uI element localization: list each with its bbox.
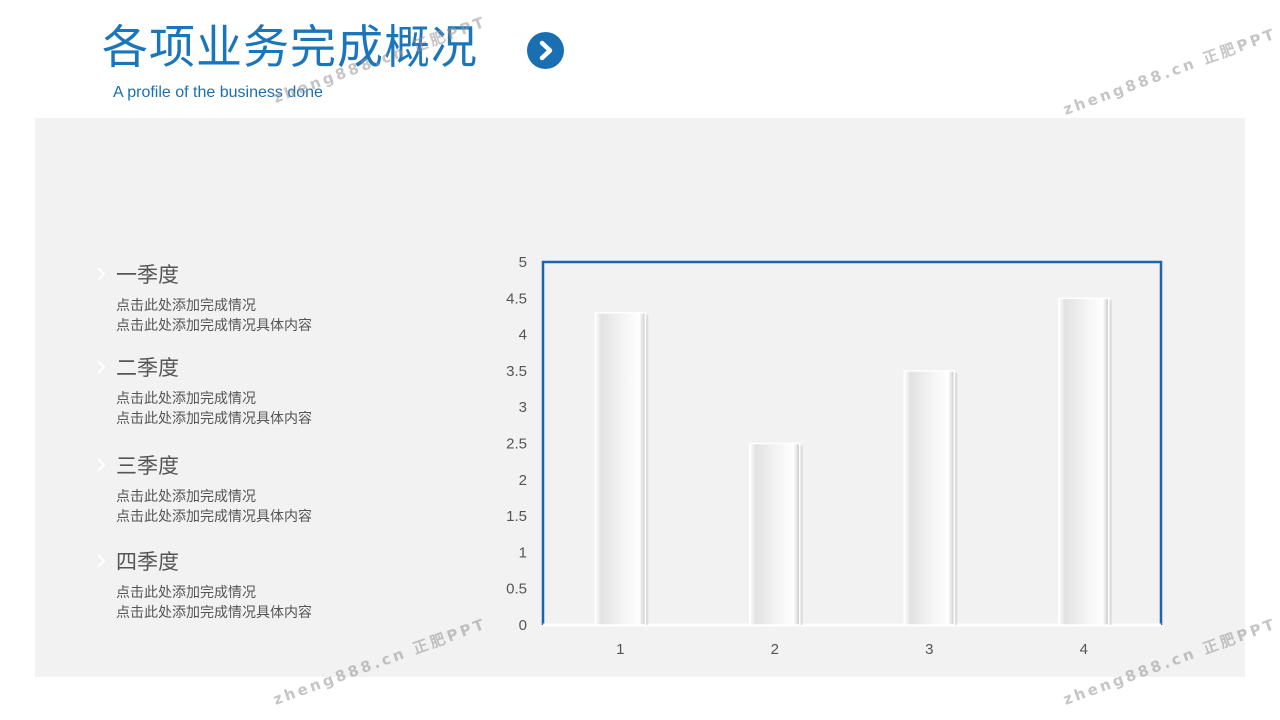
bar bbox=[1058, 297, 1110, 626]
quarter-title: 一季度 bbox=[116, 263, 179, 287]
quarter-text: 点击此处添加完成情况具体内容 bbox=[116, 318, 312, 334]
quarter-text: 点击此处添加完成情况 bbox=[116, 298, 256, 314]
x-tick-label: 1 bbox=[616, 641, 624, 658]
quarter-text: 点击此处添加完成情况具体内容 bbox=[116, 509, 312, 525]
quarter-title: 三季度 bbox=[116, 454, 179, 478]
y-tick-label: 3 bbox=[519, 399, 527, 416]
y-tick-label: 3.5 bbox=[506, 363, 527, 380]
quarter-title: 二季度 bbox=[116, 356, 179, 380]
y-tick-label: 2 bbox=[519, 472, 527, 489]
bar bbox=[903, 370, 955, 626]
y-tick-label: 2.5 bbox=[506, 436, 527, 453]
chevron-right-icon bbox=[97, 554, 106, 568]
bar-chart: 0 0.5 1 1.5 2 2.5 3 3.5 4 4.5 5 1 2 3 4 bbox=[506, 254, 1163, 658]
y-tick-label: 0 bbox=[519, 617, 527, 634]
y-tick-label: 1 bbox=[519, 544, 527, 561]
quarter-text: 点击此处添加完成情况 bbox=[116, 585, 256, 601]
next-button[interactable] bbox=[527, 32, 564, 69]
y-tick-label: 0.5 bbox=[506, 581, 527, 598]
watermark: zheng888.cn 正肥PPT bbox=[1060, 24, 1280, 119]
quarter-text: 点击此处添加完成情况 bbox=[116, 391, 256, 407]
y-tick-label: 1.5 bbox=[506, 508, 527, 525]
x-tick-label: 3 bbox=[925, 641, 933, 658]
quarter-title: 四季度 bbox=[116, 550, 179, 574]
y-tick-label: 4.5 bbox=[506, 290, 527, 307]
y-tick-label: 4 bbox=[519, 327, 527, 344]
chevron-right-icon bbox=[539, 40, 553, 61]
quarter-text: 点击此处添加完成情况具体内容 bbox=[116, 411, 312, 427]
y-tick-label: 5 bbox=[519, 254, 527, 271]
quarter-text: 点击此处添加完成情况 bbox=[116, 489, 256, 505]
x-tick-label: 2 bbox=[771, 641, 779, 658]
chevron-right-icon bbox=[97, 267, 106, 281]
bar bbox=[594, 312, 646, 626]
chevron-right-icon bbox=[97, 360, 106, 374]
x-tick-label: 4 bbox=[1080, 641, 1088, 658]
quarter-text: 点击此处添加完成情况具体内容 bbox=[116, 605, 312, 621]
bar bbox=[749, 442, 801, 626]
chevron-right-icon bbox=[97, 458, 106, 472]
